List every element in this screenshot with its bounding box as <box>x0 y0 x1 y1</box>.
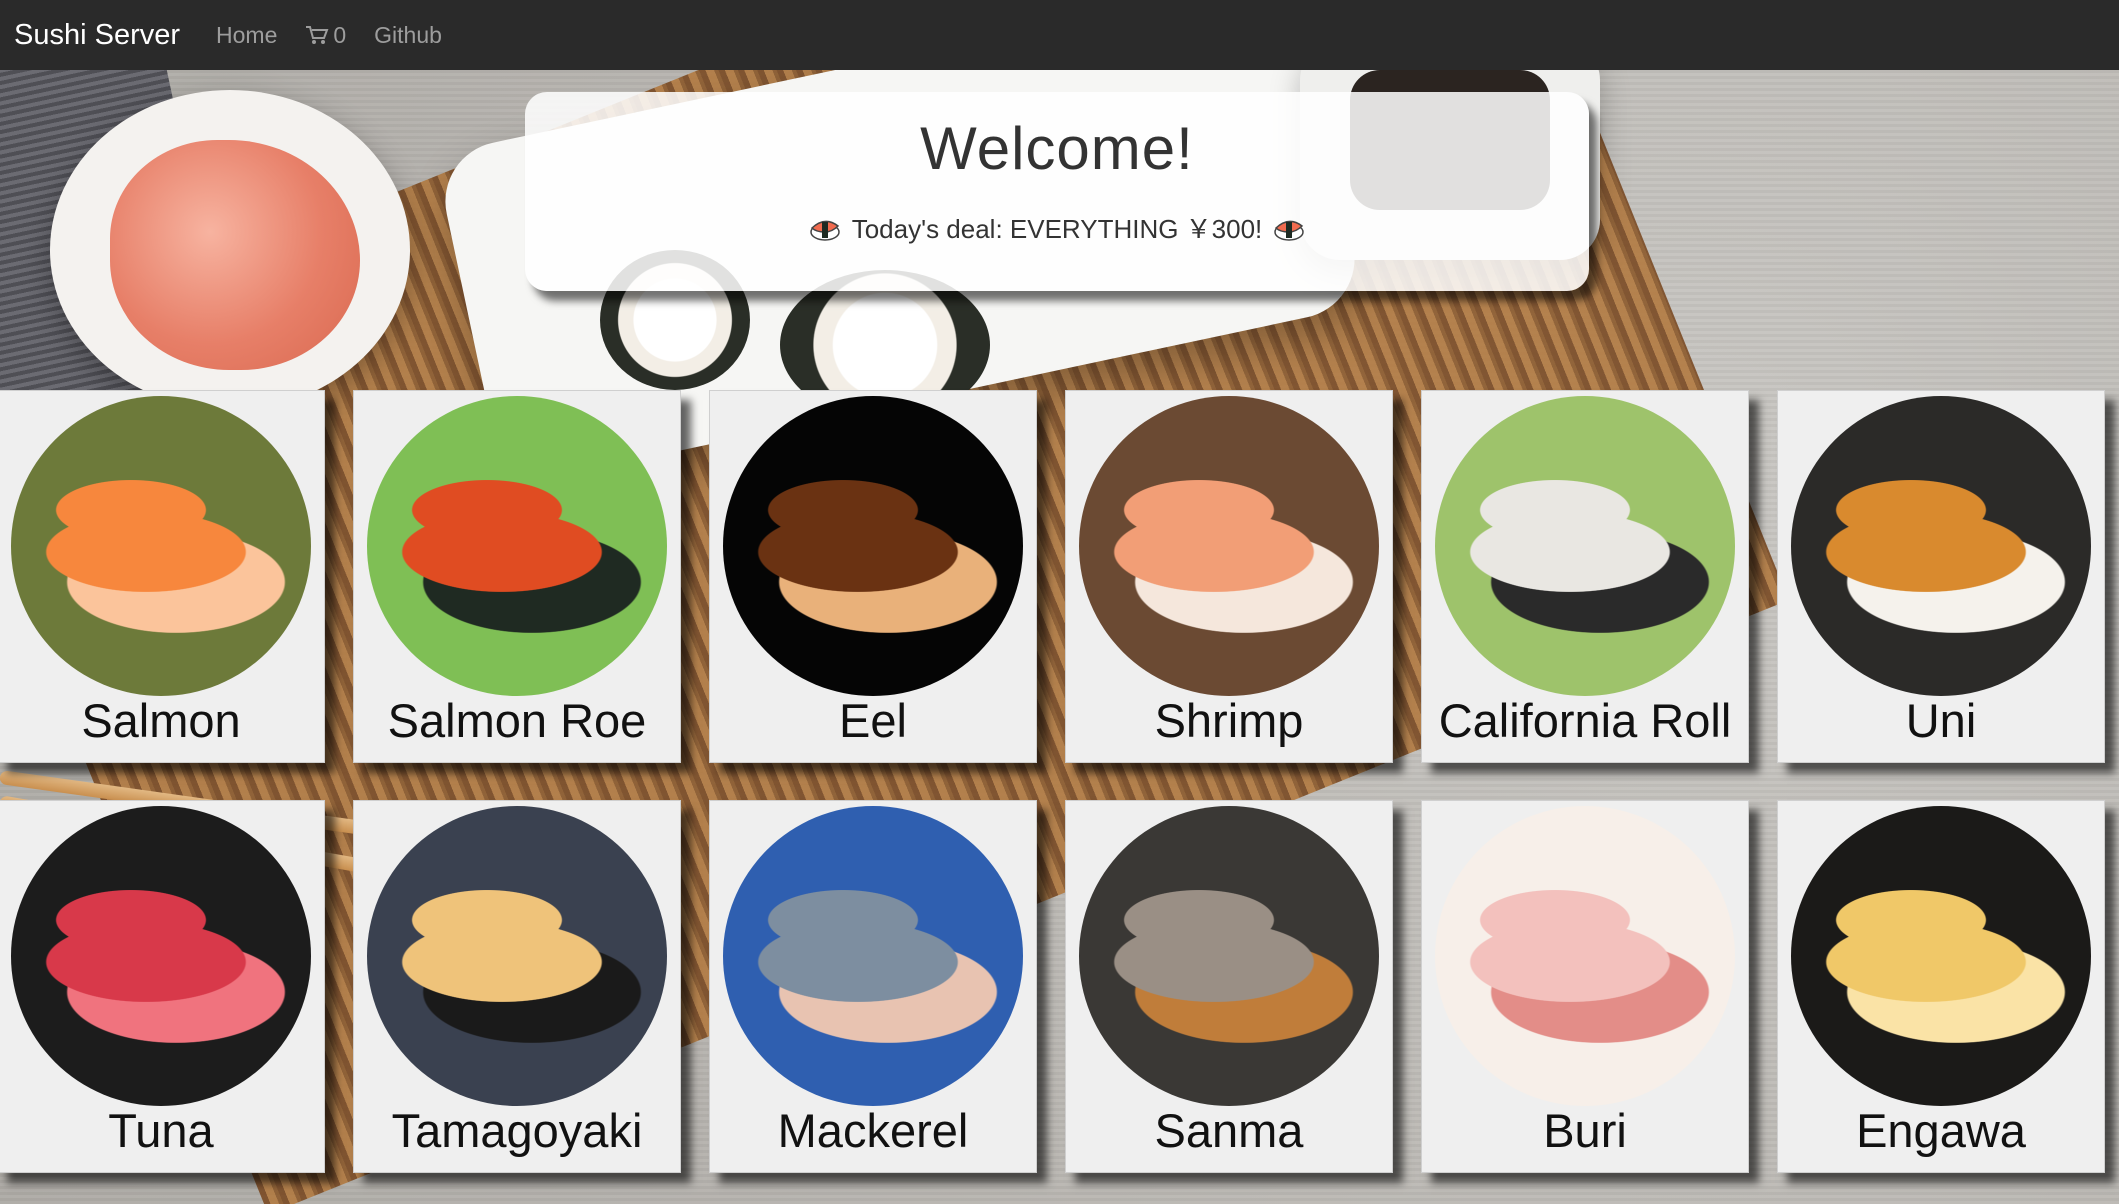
menu-card[interactable]: Engawa <box>1777 800 2105 1173</box>
menu-card[interactable]: Shrimp <box>1065 390 1393 763</box>
welcome-panel: Welcome! Today's deal: EVERYTHING ￥300! <box>525 92 1589 291</box>
menu-item-name: Engawa <box>1856 1104 2026 1157</box>
cart-link[interactable]: 0 <box>305 22 346 49</box>
github-link[interactable]: Github <box>374 22 442 49</box>
menu-card[interactable]: Sanma <box>1065 800 1393 1173</box>
salmon-nigiri-photo[interactable] <box>11 396 311 696</box>
deal-text: Today's deal: EVERYTHING ￥300! <box>851 214 1263 244</box>
menu-card[interactable]: Eel <box>709 390 1037 763</box>
sushi-icon <box>1274 220 1305 241</box>
menu-item-name: Tamagoyaki <box>391 1104 643 1157</box>
menu-card[interactable]: Tamagoyaki <box>353 800 681 1173</box>
welcome-title: Welcome! <box>920 115 1194 182</box>
home-link[interactable]: Home <box>216 22 277 49</box>
engawa-nigiri-photo[interactable] <box>1791 806 2091 1106</box>
california-roll-photo[interactable] <box>1435 396 1735 696</box>
salmon-roe-photo[interactable] <box>367 396 667 696</box>
menu-item-name: California Roll <box>1438 694 1732 747</box>
shrimp-nigiri-photo[interactable] <box>1079 396 1379 696</box>
menu-item-name: Salmon Roe <box>387 694 647 747</box>
cart-icon <box>306 26 329 44</box>
menu-item-name: Eel <box>839 694 907 747</box>
menu-card[interactable]: Salmon Roe <box>353 390 681 763</box>
sanma-nigiri-photo[interactable] <box>1079 806 1379 1106</box>
menu-item-name: Mackerel <box>777 1104 969 1157</box>
navbar: Sushi Server Home 0 Github <box>0 0 2119 70</box>
menu-card[interactable]: California Roll <box>1421 390 1749 763</box>
buri-nigiri-photo[interactable] <box>1435 806 1735 1106</box>
menu-item-name: Uni <box>1905 694 1977 747</box>
menu-item-name: Buri <box>1543 1104 1627 1157</box>
cart-count: 0 <box>333 21 347 48</box>
sushi-icon <box>809 220 840 241</box>
tamagoyaki-photo[interactable] <box>367 806 667 1106</box>
menu-item-name: Salmon <box>81 694 241 747</box>
deal-banner: Today's deal: EVERYTHING ￥300! <box>525 209 1589 246</box>
brand-link[interactable]: Sushi Server <box>14 19 180 52</box>
eel-nigiri-photo[interactable] <box>723 396 1023 696</box>
menu-item-name: Tuna <box>108 1104 214 1157</box>
menu-card[interactable]: Tuna <box>0 800 325 1173</box>
menu-card[interactable]: Salmon <box>0 390 325 763</box>
menu-item-name: Sanma <box>1154 1104 1304 1157</box>
mackerel-nigiri-photo[interactable] <box>723 806 1023 1106</box>
menu-card[interactable]: Buri <box>1421 800 1749 1173</box>
uni-nigiri-photo[interactable] <box>1791 396 2091 696</box>
menu-card[interactable]: Mackerel <box>709 800 1037 1173</box>
menu-card[interactable]: Uni <box>1777 390 2105 763</box>
tuna-nigiri-photo[interactable] <box>11 806 311 1106</box>
menu-item-name: Shrimp <box>1154 694 1304 747</box>
